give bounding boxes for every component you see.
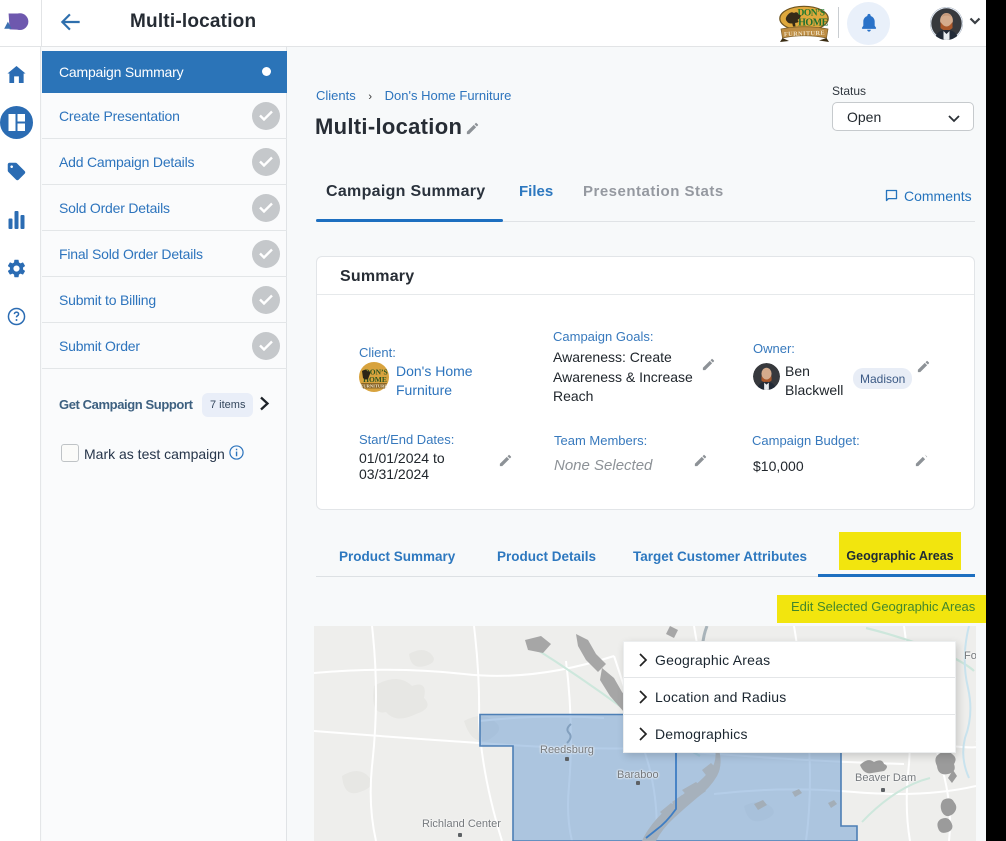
svg-text:FURNITURE: FURNITURE — [784, 30, 825, 38]
svg-text:FURNITURE: FURNITURE — [361, 384, 388, 389]
